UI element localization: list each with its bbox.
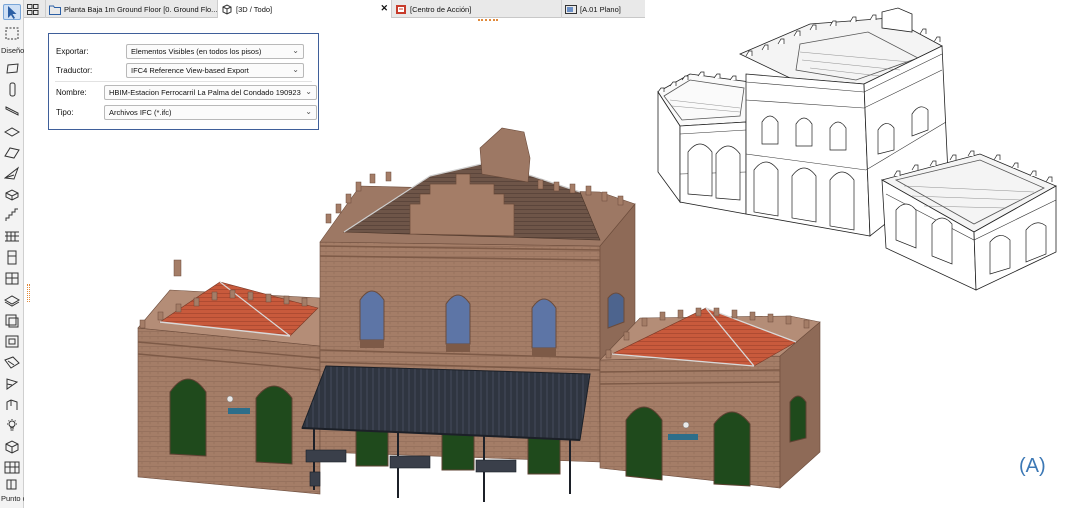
tab-layout-label: [A.01 Plano] (580, 4, 621, 14)
translator-select[interactable]: IFC4 Reference View-based Export ⌄ (126, 63, 304, 78)
marquee-icon[interactable] (3, 25, 21, 41)
wall-end-icon[interactable] (3, 476, 21, 492)
translator-label: Traductor: (56, 66, 93, 75)
tab-bar-grip[interactable] (478, 19, 498, 25)
ifc-export-dialog: Exportar: Elementos Visibles (en todos l… (48, 33, 319, 130)
divider (55, 81, 312, 82)
lamp-icon[interactable] (3, 396, 21, 412)
close-icon[interactable]: ✕ (380, 3, 388, 14)
file-name-input[interactable]: HBIM-Estacion Ferrocarril La Palma del C… (104, 85, 317, 100)
design-section-label: Diseño (1, 46, 24, 55)
morph-icon[interactable] (3, 186, 21, 202)
stair-icon[interactable] (3, 207, 21, 223)
shell-icon[interactable] (3, 165, 21, 181)
tab-3d-all-label: [3D / Todo] (236, 4, 273, 14)
tab-3d-all[interactable]: [3D / Todo] ✕ (218, 0, 392, 18)
export-select[interactable]: Elementos Visibles (en todos los pisos) … (126, 44, 304, 59)
export-select-value: Elementos Visibles (en todos los pisos) (131, 47, 262, 56)
floor-plan-icon (49, 5, 61, 15)
wall-icon[interactable] (3, 60, 21, 76)
curtain-wall-icon[interactable] (3, 249, 21, 265)
name-label: Nombre: (56, 88, 87, 97)
translator-row: Traductor: IFC4 Reference View-based Exp… (49, 63, 318, 78)
name-row: Nombre: HBIM-Estacion Ferrocarril La Pal… (49, 81, 318, 100)
object-icon[interactable] (3, 333, 21, 349)
export-label: Exportar: (56, 47, 89, 56)
tab-action-center-label: [Centro de Acción] (410, 4, 472, 14)
right-wing (599, 307, 821, 489)
chevron-down-icon: ⌄ (292, 46, 299, 55)
skylight-icon[interactable] (3, 312, 21, 328)
grid-view-icon (26, 3, 38, 15)
view-tab-bar: Planta Baja 1m Ground Floor [0. Ground F… (24, 0, 645, 18)
mesh-icon[interactable] (3, 375, 21, 391)
section-icon[interactable] (3, 438, 21, 454)
roof-icon[interactable] (3, 144, 21, 160)
3d-cube-icon (222, 3, 232, 15)
door-icon[interactable] (3, 270, 21, 286)
file-type-value: Archivos IFC (*.ifc) (109, 108, 172, 117)
railing-icon[interactable] (3, 228, 21, 244)
figure-tag: (A) (1019, 455, 1046, 477)
chevron-down-icon: ⌄ (305, 107, 312, 116)
slab-icon[interactable] (3, 123, 21, 139)
action-center-icon (396, 4, 406, 14)
grid-icon[interactable] (3, 459, 21, 475)
column-icon[interactable] (3, 81, 21, 97)
tab-overview-button[interactable] (24, 0, 46, 18)
toolbox: Diseño Punto c (0, 0, 24, 508)
translator-select-value: IFC4 Reference View-based Export (131, 66, 249, 75)
type-row: Tipo: Archivos IFC (*.ifc) ⌄ (49, 105, 318, 120)
beam-icon[interactable] (3, 102, 21, 118)
chevron-down-icon: ⌄ (292, 65, 299, 74)
export-row: Exportar: Elementos Visibles (en todos l… (49, 44, 318, 59)
file-type-select[interactable]: Archivos IFC (*.ifc) ⌄ (104, 105, 317, 120)
layout-icon (565, 4, 577, 14)
window-icon[interactable] (3, 291, 21, 307)
archicad-workspace: Diseño Punto c Planta Baja 1m Ground Flo… (0, 0, 1080, 508)
panel-splitter[interactable] (27, 284, 30, 302)
bottom-section-label: Punto c (1, 494, 24, 503)
arrow-icon[interactable] (3, 4, 21, 20)
tab-floor-plan-label: Planta Baja 1m Ground Floor [0. Ground F… (64, 4, 218, 14)
file-name-value: HBIM-Estacion Ferrocarril La Palma del C… (109, 88, 301, 97)
rendered-3d-model-view (137, 127, 821, 502)
chevron-down-icon: ⌄ (305, 87, 312, 96)
left-wing (137, 259, 321, 495)
tab-action-center[interactable]: [Centro de Acción] (392, 0, 562, 18)
zone-icon[interactable] (3, 354, 21, 370)
camera-icon[interactable] (3, 417, 21, 433)
type-label: Tipo: (56, 108, 74, 117)
tab-floor-plan[interactable]: Planta Baja 1m Ground Floor [0. Ground F… (46, 0, 218, 18)
tab-layout[interactable]: [A.01 Plano] (562, 0, 645, 18)
